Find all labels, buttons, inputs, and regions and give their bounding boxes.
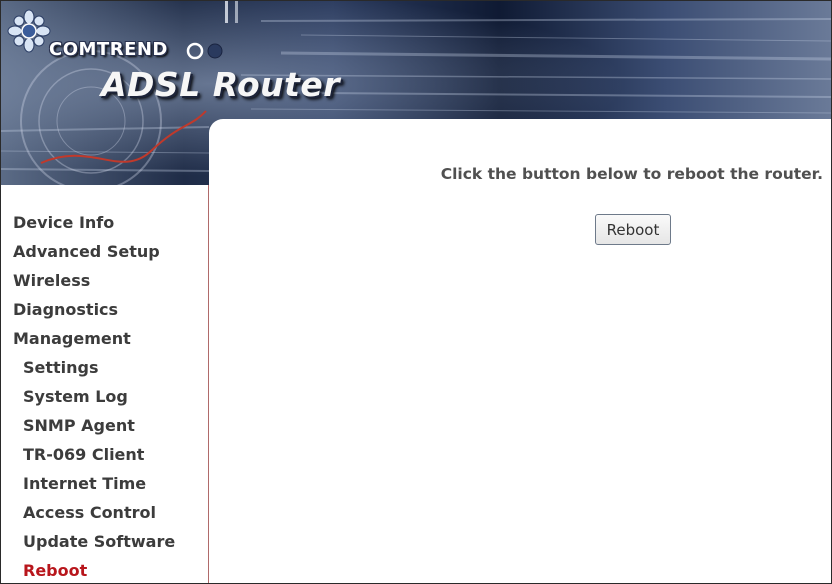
sidebar-item-wireless[interactable]: Wireless [13,271,90,290]
sidebar-item-update-software[interactable]: Update Software [23,532,175,551]
sidebar-item-internet-time[interactable]: Internet Time [23,474,146,493]
sidebar-item-diagnostics[interactable]: Diagnostics [13,300,118,319]
reboot-button[interactable]: Reboot [595,214,671,245]
sidebar-item-snmp-agent[interactable]: SNMP Agent [23,416,135,435]
sidebar-nav: Device Info Advanced Setup Wireless Diag… [1,185,209,583]
sidebar-item-reboot[interactable]: Reboot [23,561,87,580]
comtrend-flower-logo-icon [7,9,51,53]
sidebar-item-system-log[interactable]: System Log [23,387,128,406]
sidebar-item-management[interactable]: Management [13,329,131,348]
reboot-instruction-text: Click the button below to reboot the rou… [440,165,823,183]
product-title: ADSL Router [101,65,341,104]
sidebar-item-device-info[interactable]: Device Info [13,213,114,232]
sidebar-item-tr069-client[interactable]: TR-069 Client [23,445,144,464]
brand-name: COMTREND [49,39,168,60]
sidebar-item-access-control[interactable]: Access Control [23,503,156,522]
sidebar-item-settings[interactable]: Settings [23,358,99,377]
brand-dots-icon [186,42,223,60]
router-admin-page: COMTREND ADSL Router Device Info Advance… [0,0,832,584]
sidebar-item-advanced-setup[interactable]: Advanced Setup [13,242,160,261]
header-banner: COMTREND ADSL Router [1,1,831,185]
